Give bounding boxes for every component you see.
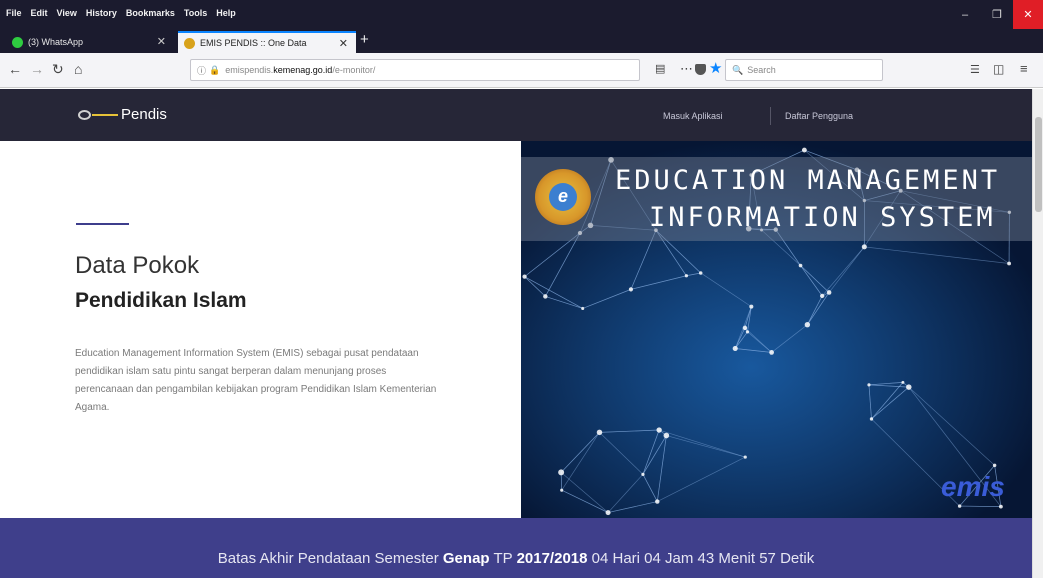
browser-window: File Edit View History Bookmarks Tools H… [0,0,1043,578]
maximize-button[interactable]: ❐ [982,0,1012,29]
nav-divider [770,107,771,125]
reader-view-icon[interactable]: ▤ [655,62,665,75]
countdown-tp: TP [493,550,513,567]
countdown-prefix: Batas Akhir Pendataan Semester [217,550,439,567]
logo-icon [78,110,91,120]
countdown-band: Batas Akhir Pendataan Semester Genap TP … [0,518,1032,578]
hamburger-menu-icon[interactable]: ≡ [1020,61,1028,76]
tab-whatsapp[interactable]: (3) WhatsApp ✕ [8,31,174,53]
tab-emis[interactable]: EMIS PENDIS :: One Data ✕ [178,31,356,53]
site-header: Pendis Masuk Aplikasi Daftar Pengguna [0,89,1032,141]
tab-label: EMIS PENDIS :: One Data [200,38,307,48]
navigation-toolbar: ← → ↻ ⌂ ⓘ 🔒 emispendis. kemenag.go.id /e… [0,53,1043,88]
tab-label: (3) WhatsApp [28,37,84,47]
close-window-button[interactable]: ✕ [1013,0,1043,29]
emis-banner: e EDUCATION MANAGEMENT INFORMATION SYSTE… [521,141,1032,518]
countdown-text: Batas Akhir Pendataan Semester Genap TP … [0,550,1032,567]
url-prefix: emispendis. [225,65,274,75]
star-icon[interactable]: ★ [709,59,722,77]
menu-edit[interactable]: Edit [31,8,48,18]
tab-close-icon[interactable]: ✕ [157,35,166,48]
hero-title-bold: Pendidikan Islam [75,289,247,312]
home-icon[interactable]: ⌂ [74,61,82,77]
sidebar-icon[interactable]: ◫ [993,62,1004,76]
info-icon[interactable]: ⓘ [197,64,206,77]
lock-icon: 🔒 [209,64,221,75]
banner-line-2: INFORMATION SYSTEM [649,202,996,233]
menu-view[interactable]: View [57,8,77,18]
menu-history[interactable]: History [86,8,117,18]
menu-bookmarks[interactable]: Bookmarks [126,8,175,18]
minimize-button[interactable]: – [950,0,980,29]
hero-description: Education Management Information System … [75,348,437,413]
pocket-icon[interactable] [695,64,706,75]
emis-logo-icon: e [535,169,591,225]
emis-favicon-icon [184,37,195,49]
nav-daftar-pengguna[interactable]: Daftar Pengguna [785,111,853,121]
emis-watermark: emis [941,471,1005,502]
url-host: kemenag.go.id [273,65,333,75]
reload-icon[interactable]: ↻ [52,61,64,78]
whatsapp-icon [12,36,23,48]
search-placeholder: Search [747,65,776,75]
url-bar[interactable]: ⓘ 🔒 emispendis. kemenag.go.id /e-monitor… [190,59,640,81]
search-icon: 🔍 [732,64,744,75]
menu-bar: File Edit View History Bookmarks Tools H… [0,0,1043,29]
hero-accent-bar [76,223,129,225]
menu-items: File Edit View History Bookmarks Tools H… [6,8,236,18]
menu-tools[interactable]: Tools [184,8,207,18]
logo-accent [92,114,118,116]
url-path: /e-monitor/ [332,65,376,75]
page-scrollbar[interactable] [1032,89,1043,578]
new-tab-button[interactable]: + [360,31,369,48]
hero-intro: Data Pokok Pendidikan Islam Education Ma… [0,141,520,518]
countdown-semester: Genap [442,550,490,567]
nav-masuk-aplikasi[interactable]: Masuk Aplikasi [663,111,723,121]
tab-close-icon[interactable]: ✕ [339,37,348,50]
menu-help[interactable]: Help [216,8,236,18]
banner-line-1: EDUCATION MANAGEMENT [615,165,1001,196]
countdown-remaining: 04 Hari 04 Jam 43 Menit 57 Detik [591,550,815,567]
search-input[interactable]: 🔍 Search [725,59,883,81]
scrollbar-thumb[interactable] [1035,117,1042,212]
back-arrow-icon[interactable]: ← [8,61,22,77]
countdown-year: 2017/2018 [516,550,588,567]
menu-file[interactable]: File [6,8,22,18]
tab-strip: (3) WhatsApp ✕ EMIS PENDIS :: One Data ✕… [0,29,1043,53]
forward-arrow-icon[interactable]: → [30,61,44,77]
hero-title-light: Data Pokok [75,252,200,279]
site-logo-text[interactable]: Pendis [121,106,167,123]
more-icon[interactable]: ⋯ [680,61,693,77]
logo-letter: e [549,183,577,211]
library-icon[interactable]: ☰ [970,63,980,76]
